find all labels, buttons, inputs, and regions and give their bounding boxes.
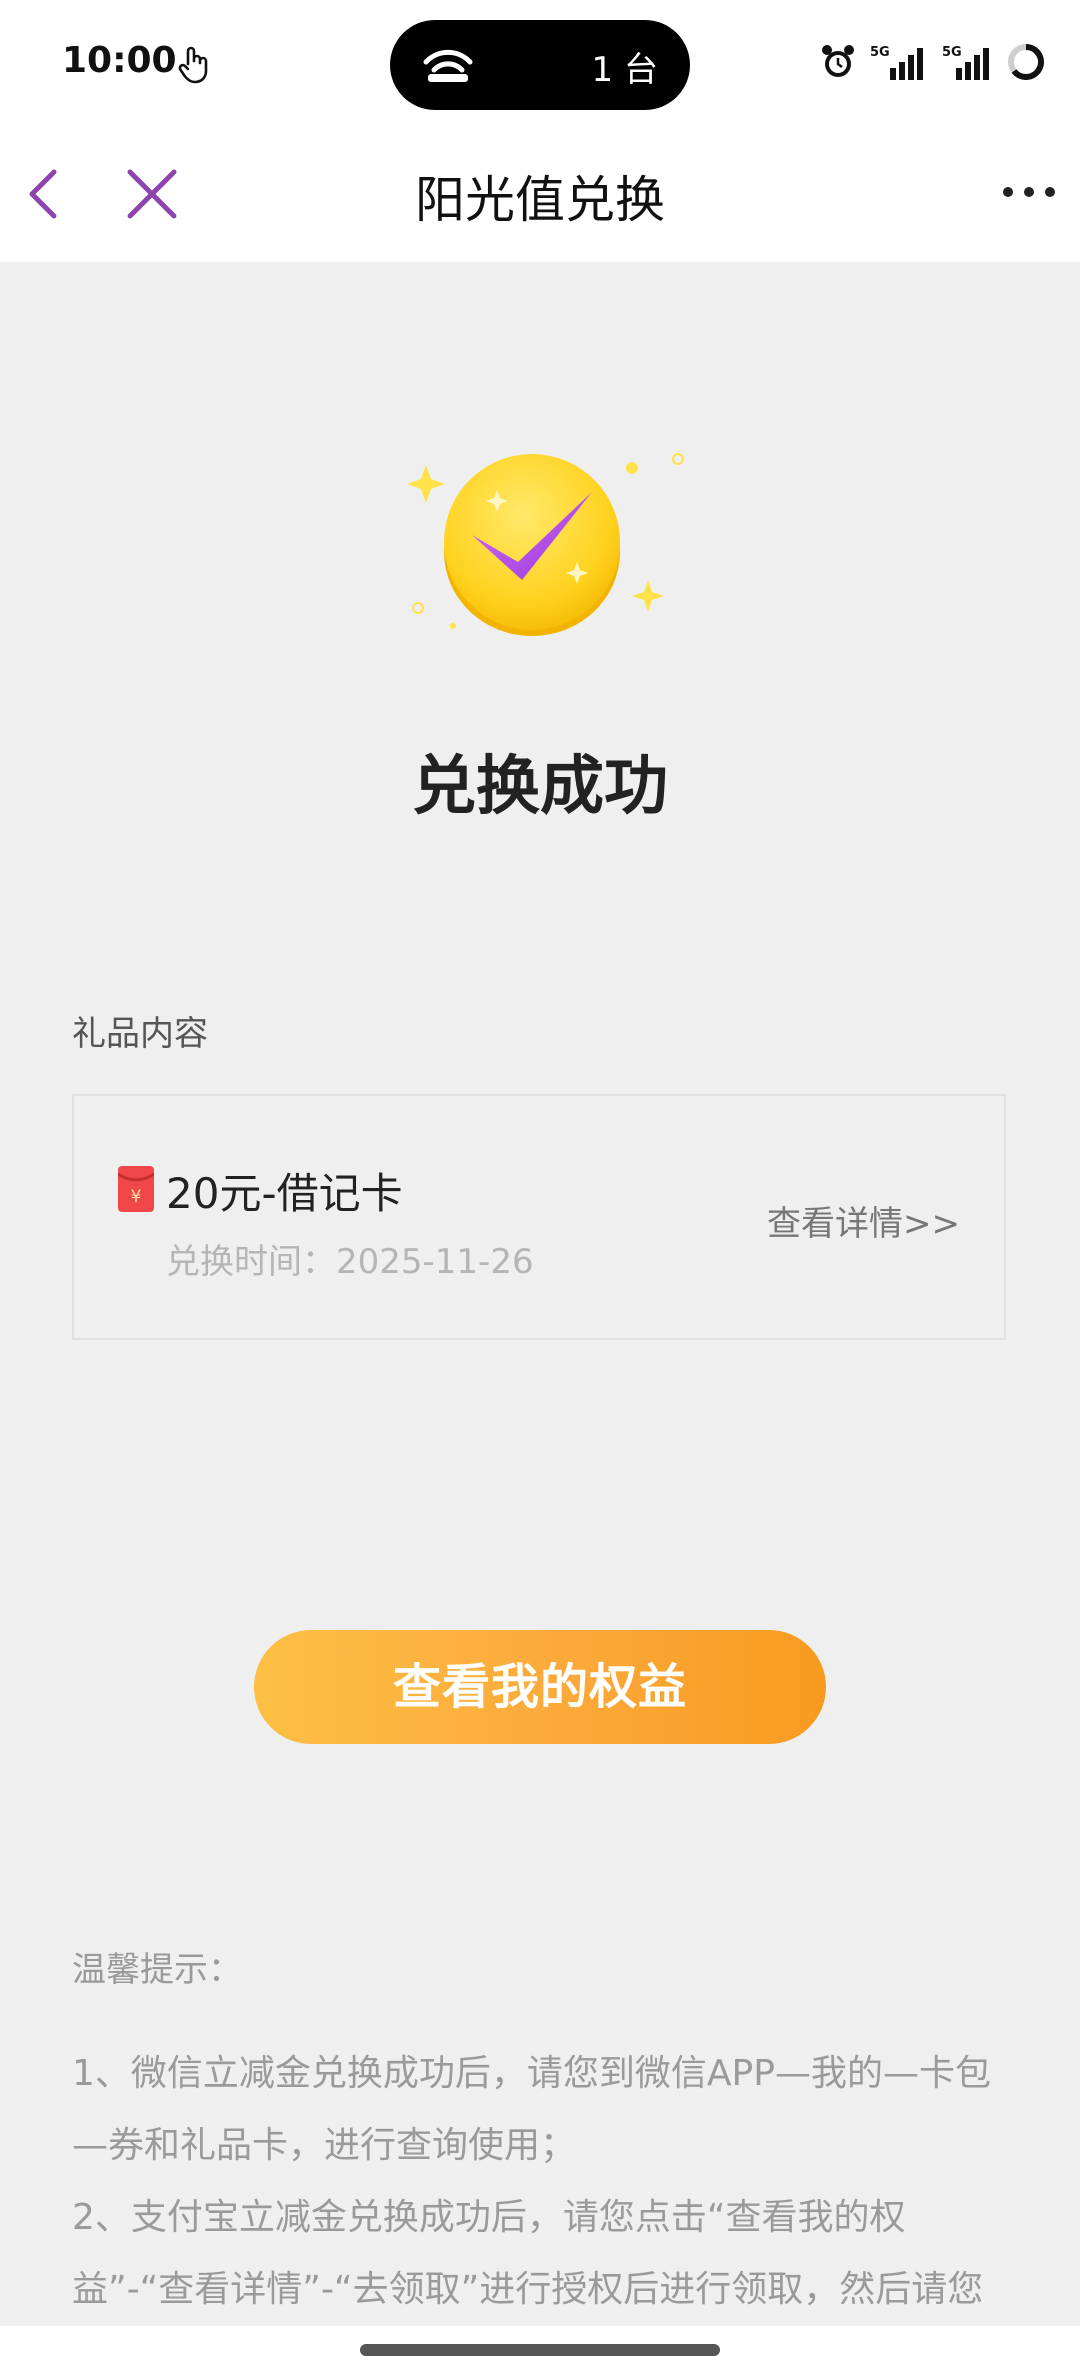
home-bar-area — [0, 2326, 1080, 2376]
view-my-benefits-button[interactable]: 查看我的权益 — [254, 1630, 826, 1744]
battery-ring-icon — [1008, 44, 1044, 80]
success-title: 兑换成功 — [412, 750, 668, 824]
svg-text:¥: ¥ — [131, 1187, 142, 1207]
home-indicator[interactable] — [360, 2344, 720, 2356]
gift-name: 20元-借记卡 — [166, 1169, 403, 1218]
gift-redeem-time: 兑换时间：2025-11-26 — [166, 1234, 534, 1283]
svg-text:5G: 5G — [870, 45, 890, 60]
wifi-icon — [423, 49, 473, 82]
tips-title: 温馨提示： — [72, 1950, 242, 1990]
red-packet-icon: ¥ — [118, 1166, 154, 1212]
status-icons: 5G 5G — [820, 40, 1046, 84]
success-check-icon — [407, 453, 684, 636]
touch-hand-icon — [178, 46, 208, 84]
status-bar: 10:00 1 台 5G 5G — [0, 0, 1080, 128]
tip-item: 2、支付宝立减金兑换成功后，请您点击“查看我的权益”-“查看详情”-“去领取”进… — [72, 2197, 984, 2310]
page-title: 阳光值兑换 — [415, 171, 665, 229]
title-bar: 阳光值兑换 — [0, 128, 1080, 262]
cast-device-count: 1 台 — [591, 50, 658, 90]
gift-section-label: 礼品内容 — [72, 1014, 208, 1054]
svg-text:5G: 5G — [942, 45, 962, 60]
gift-time-value: 2025-11-26 — [336, 1242, 534, 1282]
alarm-icon — [822, 45, 854, 77]
more-icon[interactable] — [1000, 180, 1058, 204]
dynamic-island[interactable]: 1 台 — [390, 20, 690, 110]
5g-signal-icon: 5G — [942, 45, 989, 80]
gift-time-label: 兑换时间： — [166, 1242, 336, 1282]
status-time: 10:00 — [62, 40, 177, 81]
5g-signal-icon: 5G — [870, 45, 923, 80]
gift-card[interactable]: ¥ 20元-借记卡 兑换时间：2025-11-26 查看详情>> — [72, 1094, 1006, 1340]
tip-item: 1、微信立减金兑换成功后，请您到微信APP—我的—卡包—券和礼品卡，进行查询使用… — [72, 2053, 991, 2166]
view-details-link[interactable]: 查看详情>> — [767, 1196, 960, 1245]
